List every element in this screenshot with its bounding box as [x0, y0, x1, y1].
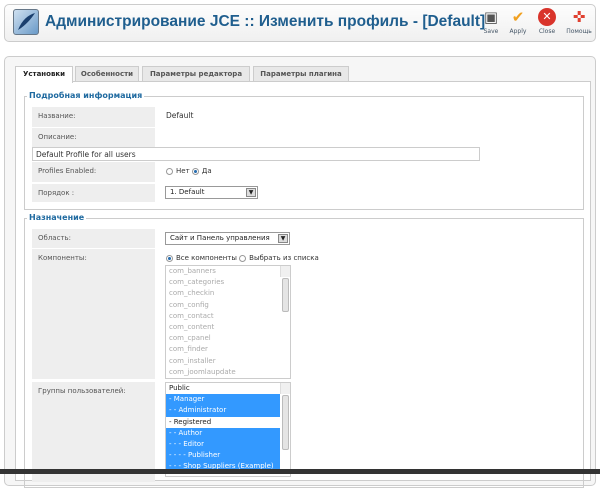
user-groups-list[interactable]: Public - Manager - - Administrator - Regist… — [165, 382, 291, 477]
component-option[interactable]: com_content — [166, 322, 290, 333]
components-radios: Все компоненты Выбрать из списка — [166, 254, 319, 262]
select-from-list-radio[interactable] — [239, 254, 247, 262]
group-option[interactable]: - - - - Publisher — [166, 450, 280, 462]
page-title: Администрирование JCE :: Изменить профил… — [45, 13, 486, 30]
component-option[interactable]: com_cpanel — [166, 333, 290, 344]
description-input[interactable]: Default Profile for all users — [32, 147, 480, 161]
group-option[interactable]: - Registered — [166, 417, 280, 428]
tab-editor-parameters[interactable]: Параметры редактора — [142, 66, 250, 82]
components-list[interactable]: com_banners com_categories com_checkin com_… — [165, 265, 291, 379]
component-option[interactable]: com_installer — [166, 356, 290, 367]
group-option[interactable]: - - Author — [166, 427, 280, 439]
details-legend: Подробная информация — [27, 91, 145, 100]
component-option[interactable]: com_checkin — [166, 288, 290, 299]
jce-logo-icon — [13, 9, 39, 35]
enabled-no-radio[interactable] — [166, 167, 173, 175]
components-label: Компоненты: — [32, 249, 155, 379]
component-option[interactable]: com_config — [166, 300, 290, 311]
profiles-enabled-label: Profiles Enabled: — [32, 162, 155, 182]
group-option[interactable]: - - Administrator — [166, 405, 280, 417]
save-button[interactable]: ▣ Save — [476, 8, 506, 35]
group-option[interactable]: - Manager — [166, 394, 280, 406]
close-icon: ✕ — [538, 8, 556, 26]
order-select[interactable]: 1. Default ▼ — [165, 186, 258, 199]
close-button[interactable]: ✕ Close — [532, 8, 562, 35]
component-option[interactable]: com_finder — [166, 344, 290, 355]
group-option[interactable]: - - - Editor — [166, 438, 280, 451]
all-components-radio[interactable] — [166, 254, 173, 262]
scrollbar[interactable] — [280, 266, 290, 312]
component-option[interactable]: com_joomlaupdate — [166, 367, 290, 378]
component-option[interactable]: com_contact — [166, 311, 290, 322]
apply-button[interactable]: ✔ Apply — [503, 8, 533, 35]
assignment-legend: Назначение — [27, 213, 87, 222]
help-icon: ✜ — [572, 8, 586, 26]
name-value: Default — [166, 111, 194, 120]
tab-features[interactable]: Особенности — [75, 66, 139, 82]
area-select[interactable]: Сайт и Панель управления ▼ — [165, 232, 290, 245]
tab-settings[interactable]: Установки — [15, 66, 73, 83]
area-label: Область: — [32, 229, 155, 248]
user-groups-label: Группы пользователей: — [32, 382, 155, 482]
bottom-bar — [0, 469, 600, 474]
group-option[interactable]: Public — [166, 383, 280, 394]
enabled-yes-radio[interactable] — [191, 167, 199, 175]
page-header: Администрирование JCE :: Изменить профил… — [4, 4, 596, 42]
chevron-down-icon: ▼ — [246, 188, 256, 197]
save-icon: ▣ — [483, 8, 499, 26]
component-option[interactable]: com_banners — [166, 266, 290, 277]
name-label: Название: — [32, 107, 155, 127]
description-label: Описание: — [32, 128, 155, 147]
profiles-enabled-radios: Нет Да — [166, 167, 212, 175]
tab-plugin-parameters[interactable]: Параметры плагина — [253, 66, 349, 82]
chevron-down-icon: ▼ — [278, 234, 288, 243]
check-icon: ✔ — [511, 8, 525, 26]
scrollbar[interactable] — [280, 383, 290, 450]
help-button[interactable]: ✜ Помощь — [564, 8, 594, 35]
component-option[interactable]: com_categories — [166, 277, 290, 288]
order-label: Порядок : — [32, 184, 155, 202]
